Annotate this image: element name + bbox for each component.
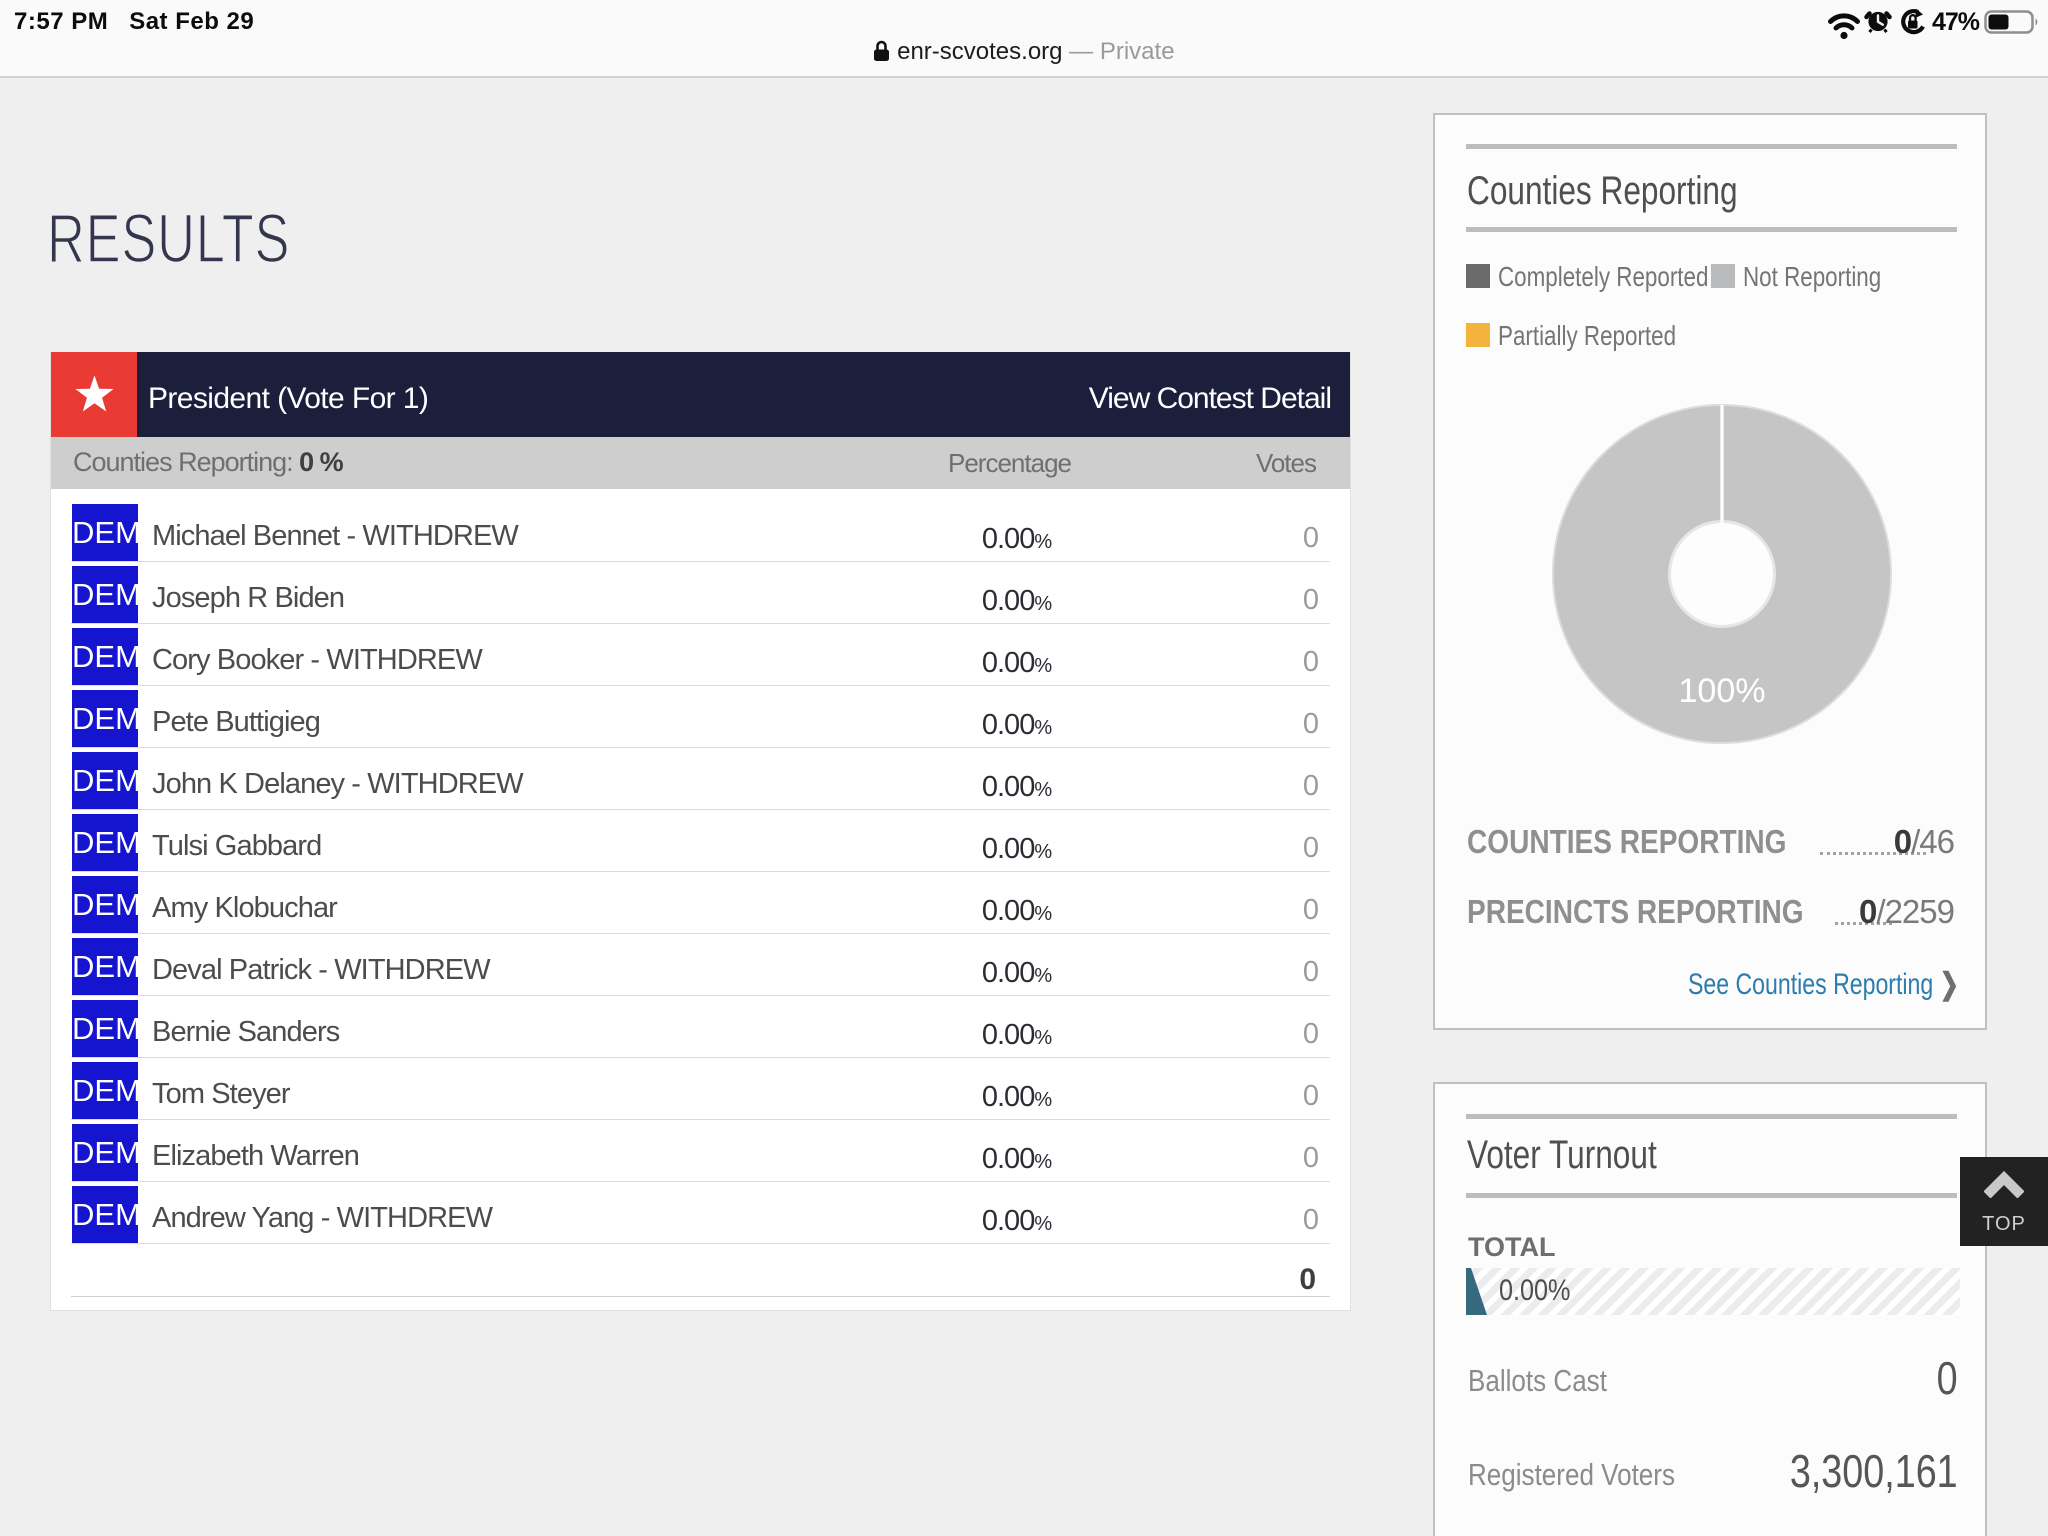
- svg-text:100%: 100%: [1679, 672, 1766, 710]
